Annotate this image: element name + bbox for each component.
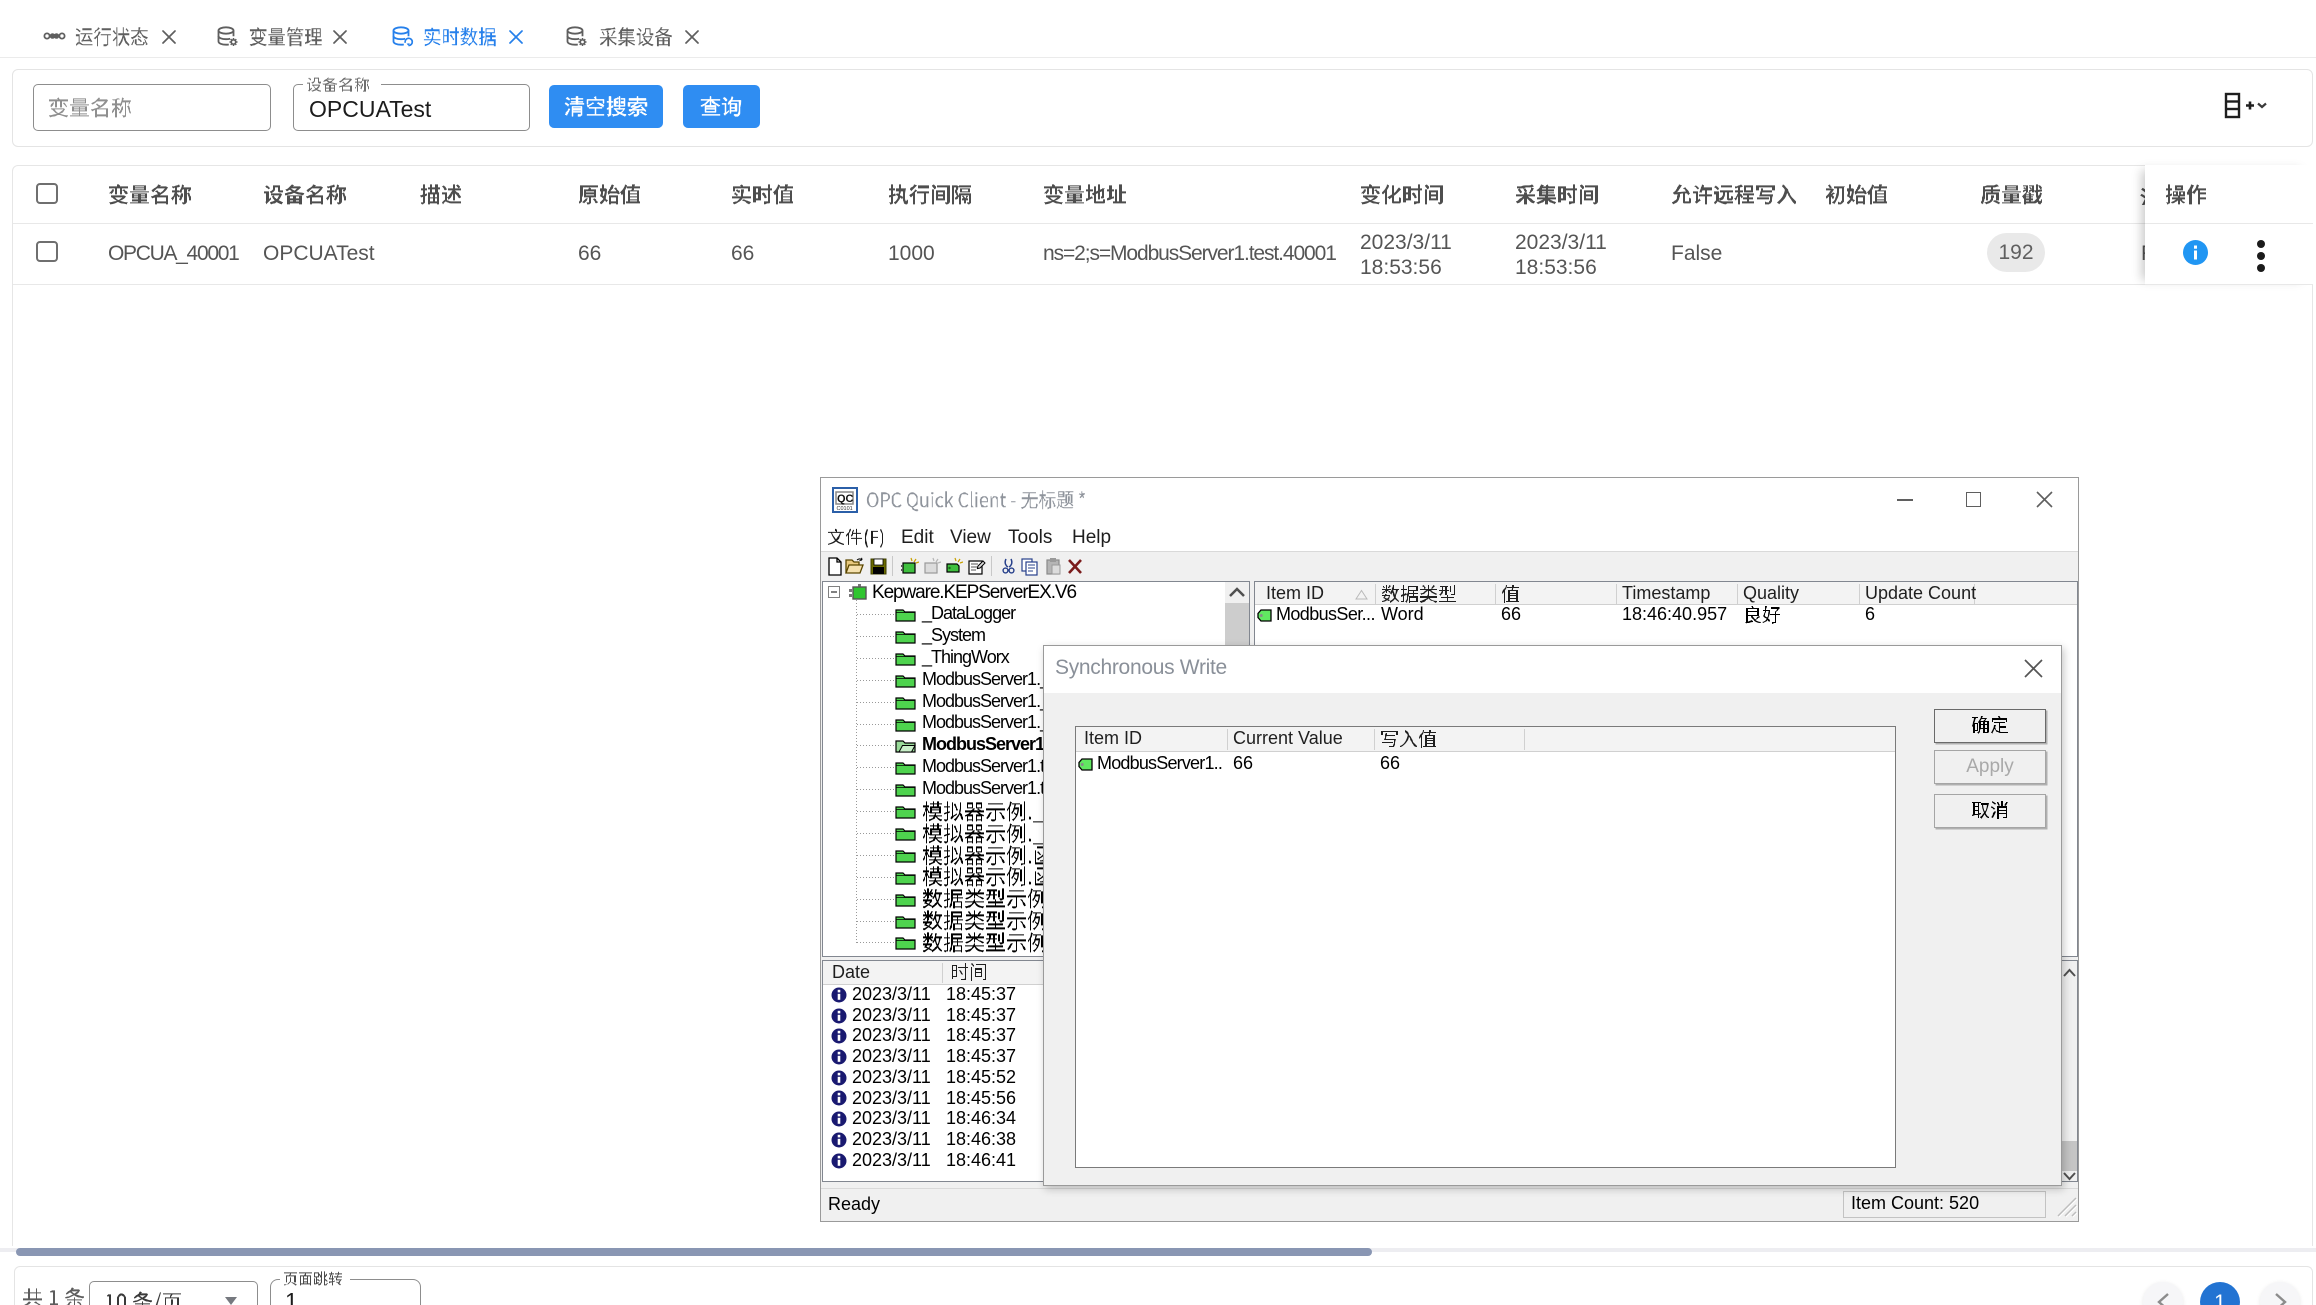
svg-text:C0101: C0101	[837, 506, 853, 512]
svg-text:QC: QC	[837, 493, 854, 505]
